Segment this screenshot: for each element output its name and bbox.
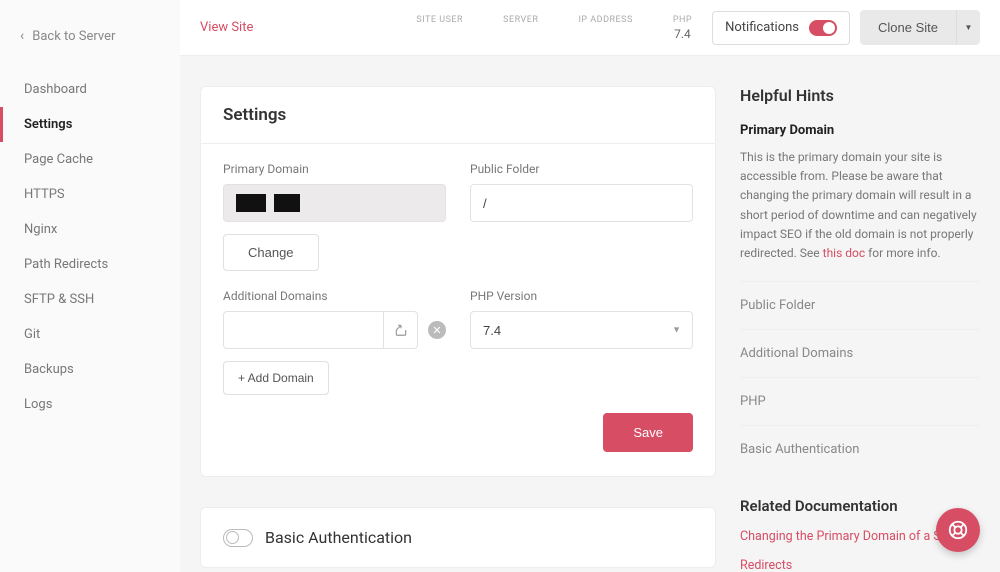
caret-down-icon: ▼: [965, 23, 973, 32]
notifications-toggle[interactable]: Notifications: [712, 11, 850, 45]
add-domain-button[interactable]: + Add Domain: [223, 361, 329, 395]
topbar: View Site SITE USER SERVER IP ADDRESS PH…: [180, 0, 1000, 56]
primary-domain-label: Primary Domain: [223, 162, 446, 176]
clone-site-dropdown[interactable]: ▼: [956, 10, 980, 45]
sidebar: ‹ Back to Server Dashboard Settings Page…: [0, 0, 180, 572]
clone-site-group: Clone Site ▼: [860, 10, 980, 45]
toggle-on-icon: [809, 20, 837, 36]
sidebar-item-page-cache[interactable]: Page Cache: [0, 142, 180, 177]
topbar-meta: SITE USER SERVER IP ADDRESS PHP 7.4: [416, 15, 692, 41]
sidebar-item-https[interactable]: HTTPS: [0, 177, 180, 212]
hints-primary-domain-heading: Primary Domain: [740, 123, 980, 138]
save-button[interactable]: Save: [603, 413, 693, 452]
back-to-server-link[interactable]: ‹ Back to Server: [0, 20, 180, 52]
primary-domain-field: [223, 184, 446, 222]
redacted-text: [274, 194, 300, 212]
lifebuoy-icon: [947, 519, 969, 541]
sidebar-item-git[interactable]: Git: [0, 317, 180, 352]
sidebar-item-path-redirects[interactable]: Path Redirects: [0, 247, 180, 282]
share-icon: [394, 323, 408, 337]
hints-column: Helpful Hints Primary Domain This is the…: [740, 86, 980, 552]
hints-primary-domain-text: This is the primary domain your site is …: [740, 148, 980, 263]
main-content: Settings Primary Domain Change: [180, 56, 1000, 572]
meta-ip: IP ADDRESS: [578, 15, 632, 41]
sidebar-item-sftp-ssh[interactable]: SFTP & SSH: [0, 282, 180, 317]
back-label: Back to Server: [32, 29, 115, 44]
basic-auth-label: Basic Authentication: [265, 528, 412, 547]
hints-title: Helpful Hints: [740, 86, 980, 105]
hints-link-php[interactable]: PHP: [740, 377, 980, 425]
meta-site-user: SITE USER: [416, 15, 463, 41]
sidebar-item-settings[interactable]: Settings: [0, 107, 180, 142]
hints-link-public-folder[interactable]: Public Folder: [740, 281, 980, 329]
remove-domain-button[interactable]: ✕: [428, 321, 446, 339]
close-icon: ✕: [432, 324, 441, 337]
view-site-link[interactable]: View Site: [200, 20, 253, 35]
additional-domains-label: Additional Domains: [223, 289, 446, 303]
hints-link-basic-auth[interactable]: Basic Authentication: [740, 425, 980, 473]
basic-auth-toggle[interactable]: [223, 529, 253, 547]
related-link-1[interactable]: Redirects: [740, 558, 980, 572]
basic-auth-card: Basic Authentication: [200, 507, 716, 568]
chevron-left-icon: ‹: [20, 28, 24, 44]
help-fab[interactable]: [936, 508, 980, 552]
hints-doc-link[interactable]: this doc: [823, 246, 866, 260]
public-folder-label: Public Folder: [470, 162, 693, 176]
php-version-label: PHP Version: [470, 289, 693, 303]
sidebar-item-logs[interactable]: Logs: [0, 387, 180, 422]
clone-site-button[interactable]: Clone Site: [860, 10, 956, 45]
change-domain-button[interactable]: Change: [223, 234, 319, 271]
settings-card: Settings Primary Domain Change: [200, 86, 716, 477]
settings-title: Settings: [223, 105, 693, 125]
sidebar-item-backups[interactable]: Backups: [0, 352, 180, 387]
php-version-select[interactable]: [470, 311, 693, 349]
redacted-text: [236, 194, 266, 212]
public-folder-input[interactable]: [470, 184, 693, 222]
sidebar-item-nginx[interactable]: Nginx: [0, 212, 180, 247]
meta-php: PHP 7.4: [673, 15, 692, 41]
sidebar-item-dashboard[interactable]: Dashboard: [0, 72, 180, 107]
hints-link-additional-domains[interactable]: Additional Domains: [740, 329, 980, 377]
meta-server: SERVER: [503, 15, 538, 41]
share-icon-button[interactable]: [383, 312, 417, 348]
